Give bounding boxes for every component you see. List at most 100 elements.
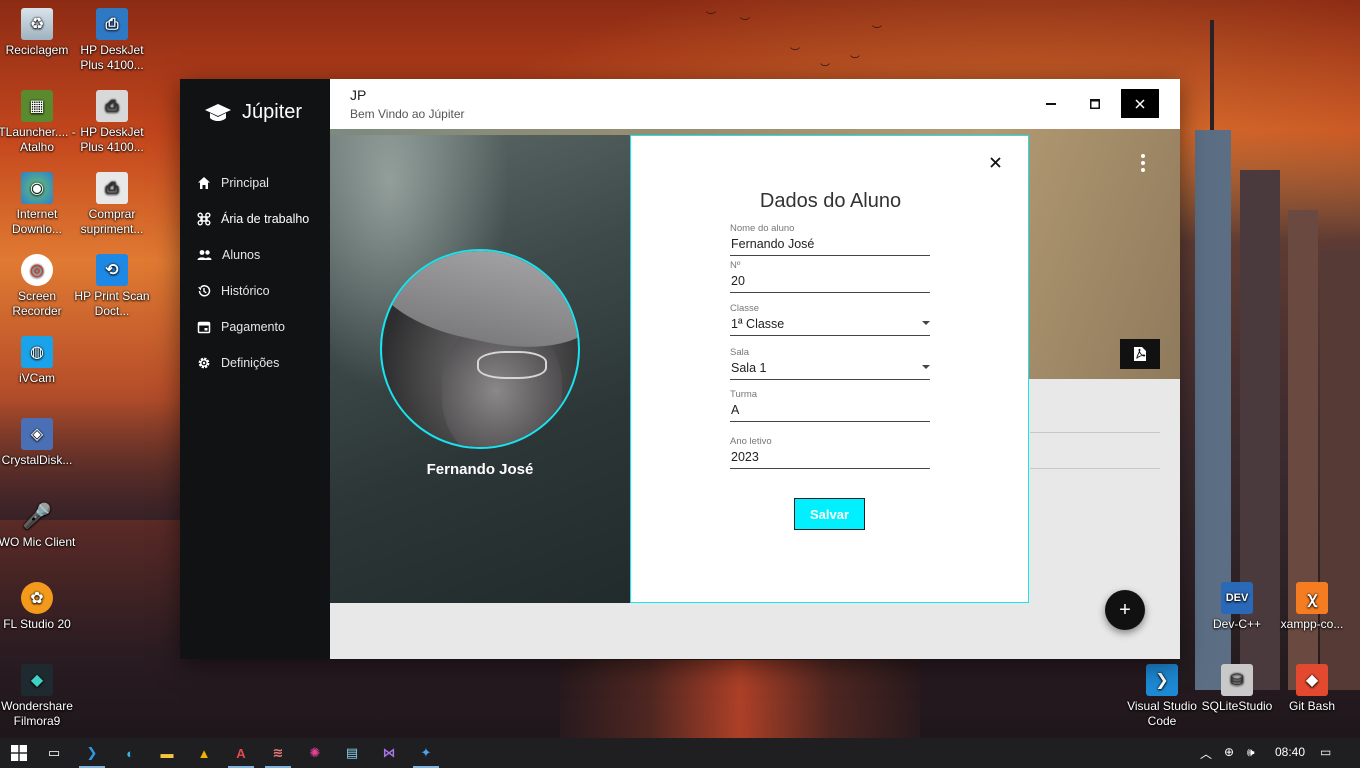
student-photo-panel: Fernando José	[330, 135, 630, 603]
taskbar-visual-studio[interactable]: ⋈	[378, 742, 400, 764]
taskbar-jupiter-app[interactable]: ✦	[415, 742, 437, 764]
microphone-icon: 🎤	[22, 502, 52, 530]
desktop-icon-git-bash[interactable]: ◆ Git Bash	[1273, 664, 1351, 714]
taskbar-app[interactable]: ▲	[193, 742, 215, 764]
home-icon	[198, 177, 210, 189]
nav-item-principal[interactable]: Principal	[180, 165, 330, 201]
nav-label: Pagamento	[221, 320, 285, 334]
desktop-icon-fl-studio[interactable]: ✿ FL Studio 20	[0, 582, 76, 632]
taskbar: ▭ ❯ ◐ ▬ ▲ A ≋ ✺ ▤ ⋈ ✦ ︿ ⊕ 🕪 08:40 ▭	[0, 738, 1360, 768]
maximize-button[interactable]	[1076, 89, 1114, 118]
scan-icon: ⟲	[96, 254, 128, 286]
close-dialog-button[interactable]	[986, 153, 1004, 171]
nav-item-area-de-trabalho[interactable]: Ária de trabalho	[180, 201, 330, 237]
nav-item-definicoes[interactable]: Definições	[180, 345, 330, 381]
camera-icon: ◍	[21, 336, 53, 368]
sidebar: Júpiter Principal Ária de trabalho Aluno…	[180, 79, 330, 659]
desktop-icon-devcpp[interactable]: DEV Dev-C++	[1198, 582, 1276, 632]
access-icon: A	[236, 745, 246, 761]
desktop-icon-ivcam[interactable]: ◍ iVCam	[0, 336, 76, 386]
desktop-icon-crystaldisk[interactable]: ◈ CrystalDisk...	[0, 418, 76, 468]
add-student-button[interactable]: +	[1105, 590, 1145, 630]
desktop-icon-wo-mic[interactable]: 🎤 WO Mic Client	[0, 500, 76, 550]
student-avatar[interactable]	[380, 249, 580, 449]
more-options-button[interactable]	[1138, 154, 1148, 172]
window-subtitle: Bem Vindo ao Júpiter	[350, 107, 465, 121]
start-button[interactable]	[8, 742, 30, 764]
desktop-icon-comprar[interactable]: ⎙ Comprar supriment...	[73, 172, 151, 237]
desktop-icon-filmora[interactable]: ◆ Wondershare Filmora9	[0, 664, 76, 729]
desktop-icon-hp-print-scan[interactable]: ⟲ HP Print Scan Doct...	[73, 254, 151, 319]
vscode-icon: ❯	[86, 745, 98, 760]
student-name-input[interactable]	[730, 234, 930, 256]
clock[interactable]: 08:40	[1275, 745, 1305, 759]
taskbar-vscode[interactable]: ❯	[81, 742, 103, 764]
notifications-button[interactable]: ▭	[1320, 745, 1331, 759]
student-name-caption: Fernando José	[426, 461, 534, 478]
gear-icon	[198, 357, 210, 369]
desktop-icon-sqlitestudio[interactable]: ⛁ SQLiteStudio	[1198, 664, 1276, 714]
graduation-cap-icon	[205, 103, 231, 121]
desktop-icon-recycle-bin[interactable]: ♻ Reciclagem	[0, 8, 76, 58]
nav-label: Definições	[221, 356, 280, 370]
speaker-icon: 🕪	[1247, 745, 1255, 759]
room-select[interactable]: Sala 1	[730, 358, 930, 380]
desktop-icon-vscode[interactable]: ❯ Visual Studio Code	[1123, 664, 1201, 729]
fruit-icon: ✿	[21, 582, 53, 614]
record-icon: ◎	[21, 254, 53, 286]
volume-button[interactable]: 🕪	[1247, 745, 1255, 760]
desktop-icon-screen-recorder[interactable]: ◎ Screen Recorder	[0, 254, 76, 319]
taskbar-access[interactable]: A	[230, 742, 252, 764]
student-number-input[interactable]	[730, 271, 930, 293]
field-label: Turma	[730, 389, 758, 400]
export-pdf-button[interactable]	[1120, 339, 1160, 369]
class-select[interactable]: 1ª Classe	[730, 314, 930, 336]
edge-icon: ◐	[126, 745, 134, 761]
minimize-icon	[1046, 102, 1056, 105]
class-field: Classe 1ª Classe	[730, 303, 930, 336]
save-button[interactable]: Salvar	[794, 498, 865, 530]
desktop-icon-idm[interactable]: ◉ Internet Downlo...	[0, 172, 76, 237]
pdf-icon	[1134, 347, 1146, 361]
bird-icon: ︶	[820, 64, 830, 75]
devcpp-icon: DEV	[1221, 582, 1253, 614]
nav-label: Alunos	[222, 248, 261, 262]
triangle-app-icon: ▲	[197, 745, 211, 761]
layers-icon: ≋	[272, 745, 284, 760]
taskbar-file-explorer[interactable]: ▬	[156, 742, 178, 764]
field-label: Nº	[730, 260, 741, 271]
globe-icon: ⊕	[1224, 745, 1235, 759]
nav-item-alunos[interactable]: Alunos	[180, 237, 330, 273]
field-label: Ano letivo	[730, 436, 772, 447]
minimize-button[interactable]	[1032, 89, 1070, 118]
nav-label: Principal	[221, 176, 269, 190]
dropdown-arrow-icon	[922, 321, 930, 325]
desktop-icon-xampp[interactable]: ꭓ xampp-co...	[1273, 582, 1351, 632]
school-year-input[interactable]	[730, 447, 930, 469]
desktop-icon-hp-deskjet[interactable]: ⎙ HP DeskJet Plus 4100...	[73, 8, 151, 73]
git-icon: ◆	[1296, 664, 1328, 696]
nav-item-pagamento[interactable]: Pagamento	[180, 309, 330, 345]
close-icon	[1135, 98, 1145, 109]
close-window-button[interactable]	[1121, 89, 1159, 118]
taskbar-edge[interactable]: ◐	[119, 742, 141, 764]
desktop-icon-hp-deskjet-2[interactable]: ⎙ HP DeskJet Plus 4100...	[73, 90, 151, 155]
show-hidden-icons-button[interactable]: ︿	[1200, 745, 1212, 762]
group-input[interactable]	[730, 400, 930, 422]
close-icon	[989, 156, 1001, 168]
list-divider	[1030, 468, 1160, 469]
folder-icon: ▬	[160, 745, 174, 761]
bird-icon: ︶	[850, 56, 860, 67]
plus-icon: +	[1119, 598, 1131, 621]
command-icon	[197, 212, 211, 226]
taskbar-layers-app[interactable]: ≋	[267, 742, 289, 764]
taskbar-app-pink[interactable]: ✺	[304, 742, 326, 764]
network-button[interactable]: ⊕	[1224, 745, 1234, 759]
printer-icon: ⎙	[96, 90, 128, 122]
nav-item-historico[interactable]: Histórico	[180, 273, 330, 309]
taskbar-notepad[interactable]: ▤	[341, 742, 363, 764]
task-view-button[interactable]: ▭	[43, 742, 65, 764]
notification-icon: ▭	[1320, 745, 1332, 759]
desktop-icon-tlauncher[interactable]: ▦ TLauncher.... - Atalho	[0, 90, 76, 155]
vscode-icon: ❯	[1146, 664, 1178, 696]
